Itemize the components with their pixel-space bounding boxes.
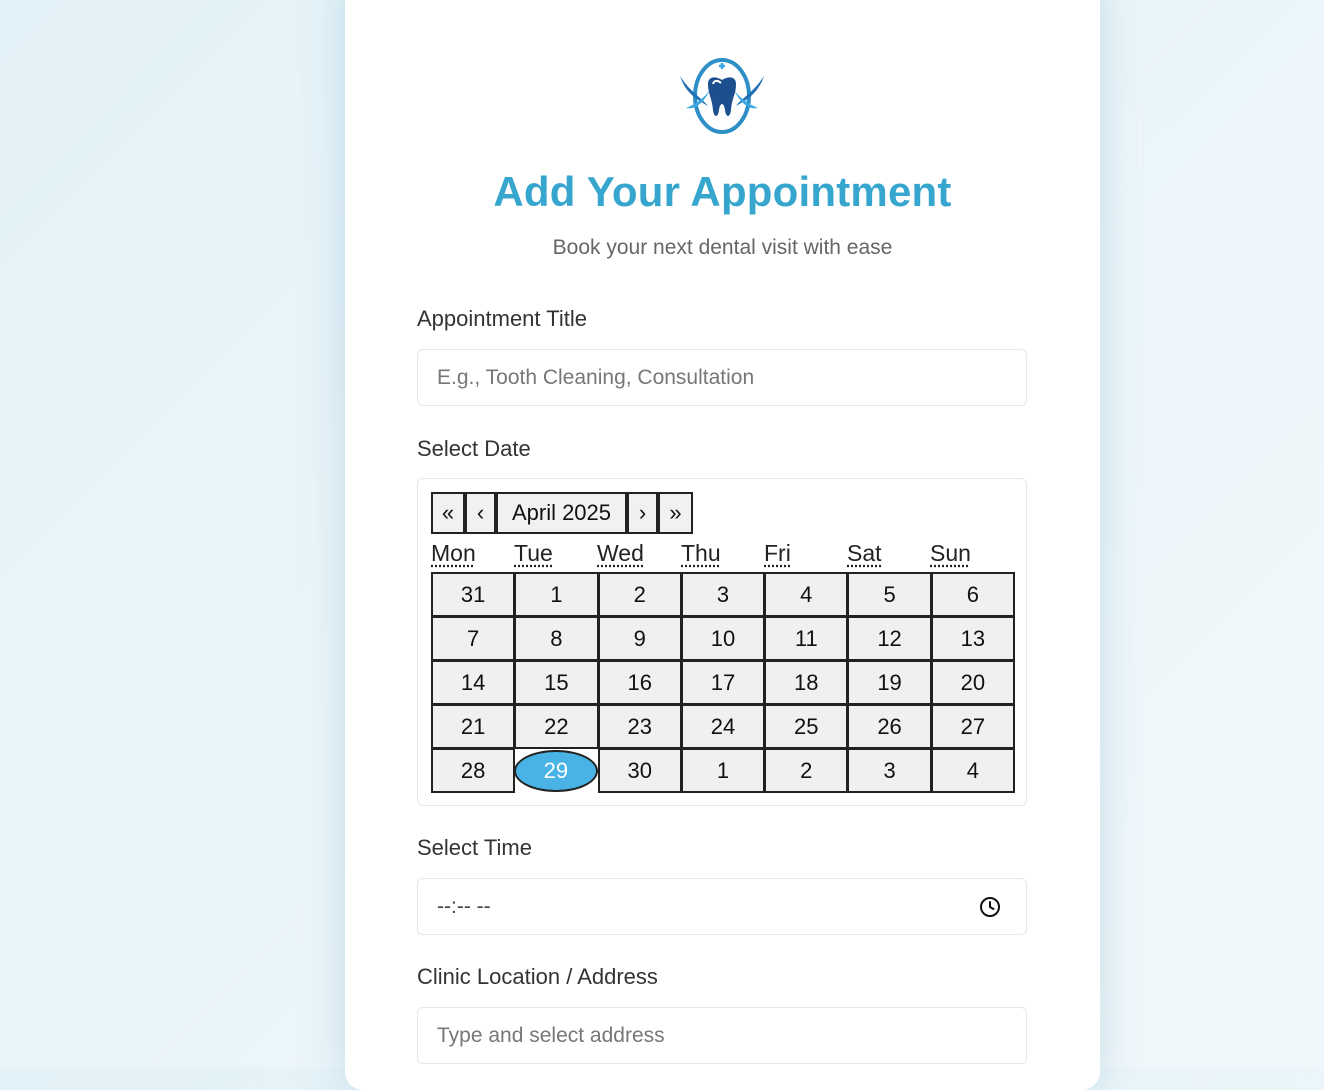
calendar-day[interactable]: 13	[930, 616, 1015, 661]
month-label-button[interactable]: April 2025	[496, 492, 627, 534]
calendar-day[interactable]: 3	[680, 572, 766, 617]
time-input[interactable]: --:-- --	[417, 878, 1027, 935]
calendar-day[interactable]: 24	[680, 704, 766, 749]
calendar-day[interactable]: 27	[930, 704, 1015, 749]
time-input-value: --:-- --	[437, 894, 491, 918]
calendar-day[interactable]: 30	[597, 748, 682, 793]
weekday-label: Mon	[431, 540, 476, 566]
calendar-day[interactable]: 6	[930, 572, 1015, 617]
calendar-day[interactable]: 20	[930, 660, 1015, 705]
calendar-day[interactable]: 21	[431, 704, 516, 749]
calendar-day-selected[interactable]: 29	[514, 750, 598, 792]
calendar-day[interactable]: 17	[680, 660, 766, 705]
page-subtitle: Book your next dental visit with ease	[552, 236, 893, 259]
next-month-button[interactable]: ›	[627, 492, 658, 534]
calendar-day[interactable]: 1	[514, 572, 599, 617]
prev-year-button[interactable]: «	[431, 492, 465, 534]
calendar-day[interactable]: 2	[597, 572, 682, 617]
weekday-header: Mon Tue Wed Thu Fri Sat Sun	[431, 540, 1031, 570]
appointment-title-input[interactable]	[417, 349, 1027, 406]
calendar-day[interactable]: 8	[514, 616, 599, 661]
tooth-logo-icon	[680, 58, 764, 134]
calendar-day[interactable]: 16	[597, 660, 682, 705]
clinic-location-input[interactable]	[417, 1007, 1027, 1064]
weekday-label: Thu	[681, 540, 721, 566]
weekday-label: Tue	[514, 540, 553, 566]
calendar-day[interactable]: 11	[764, 616, 849, 661]
weekday-label: Fri	[764, 540, 791, 566]
calendar-day[interactable]: 12	[847, 616, 932, 661]
calendar-day[interactable]: 10	[680, 616, 766, 661]
weekday-label: Wed	[597, 540, 644, 566]
calendar-day[interactable]: 2	[764, 748, 849, 793]
calendar-day[interactable]: 7	[431, 616, 516, 661]
appointment-title-label: Appointment Title	[417, 306, 587, 331]
calendar-day[interactable]: 25	[764, 704, 849, 749]
calendar-day[interactable]: 28	[431, 748, 516, 793]
calendar-day[interactable]: 4	[930, 748, 1015, 793]
calendar-day[interactable]: 18	[764, 660, 849, 705]
calendar-day-grid: 31 1 2 3 4 5 6 7 8 9 10 11 12 13 14 15 16 17 18 19 20 21 22 23 2…	[431, 572, 1015, 793]
calendar-day[interactable]: 1	[680, 748, 766, 793]
calendar-day[interactable]: 15	[514, 660, 599, 705]
select-date-label: Select Date	[417, 436, 531, 461]
next-year-button[interactable]: »	[658, 492, 693, 534]
clinic-location-label: Clinic Location / Address	[417, 964, 658, 989]
select-time-label: Select Time	[417, 835, 532, 860]
calendar-day[interactable]: 5	[847, 572, 932, 617]
calendar-day[interactable]: 3	[847, 748, 932, 793]
weekday-label: Sat	[847, 540, 882, 566]
calendar-day[interactable]: 4	[764, 572, 849, 617]
calendar-day[interactable]: 22	[514, 704, 599, 749]
page-title: Add Your Appointment	[493, 168, 952, 215]
calendar-day[interactable]: 19	[847, 660, 932, 705]
weekday-label: Sun	[930, 540, 971, 566]
prev-month-button[interactable]: ‹	[465, 492, 496, 534]
calendar-day[interactable]: 23	[597, 704, 682, 749]
calendar-day[interactable]: 26	[847, 704, 932, 749]
clock-icon[interactable]	[979, 896, 1001, 918]
calendar-day[interactable]: 14	[431, 660, 516, 705]
calendar-day[interactable]: 31	[431, 572, 516, 617]
calendar-day[interactable]: 9	[597, 616, 682, 661]
